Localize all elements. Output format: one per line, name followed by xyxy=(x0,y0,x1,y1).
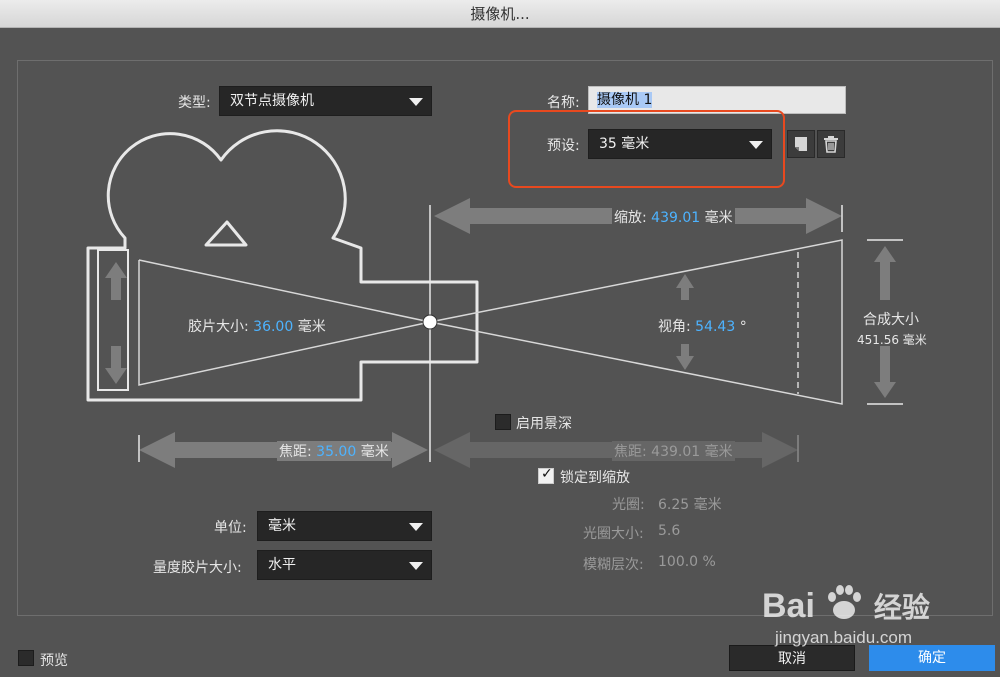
blur-level-value: 100.0 % xyxy=(658,554,716,570)
measure-film-label: 量度胶片大小: xyxy=(153,560,242,576)
checkmark-icon: ✓ xyxy=(541,466,553,482)
cancel-button[interactable]: 取消 xyxy=(729,645,855,671)
film-size-value[interactable]: 36.00 xyxy=(253,319,293,335)
focus-distance-label: 焦距: xyxy=(614,444,647,460)
units-select[interactable]: 毫米 xyxy=(257,511,432,541)
composition-size-value: 451.56 毫米 xyxy=(857,333,927,347)
composition-size-label: 合成大小 xyxy=(863,312,919,328)
type-label: 类型: xyxy=(178,95,211,111)
focal-length-readout: 焦距: 35.00 毫米 xyxy=(277,441,391,461)
watermark-brand-text: Bai xyxy=(762,587,815,625)
lock-to-zoom-label: 锁定到缩放 xyxy=(560,470,630,486)
delete-preset-button[interactable] xyxy=(817,130,845,158)
highlight-box xyxy=(508,110,785,188)
paw-icon xyxy=(828,585,862,619)
focal-length-label: 焦距: xyxy=(279,444,312,460)
zoom-readout: 缩放: 439.01 毫米 xyxy=(612,207,735,227)
measure-film-select-value: 水平 xyxy=(268,557,296,573)
watermark-brand2: 经验 xyxy=(873,592,930,623)
chevron-down-icon xyxy=(409,98,423,106)
angle-readout: 视角: 54.43 ° xyxy=(658,316,747,336)
camera-diagram xyxy=(86,129,903,468)
watermark-brand: Bai 经验 xyxy=(762,583,930,626)
new-preset-icon xyxy=(795,137,807,151)
f-stop-value: 5.6 xyxy=(658,523,681,539)
angle-label: 视角: xyxy=(658,319,691,335)
zoom-value[interactable]: 439.01 xyxy=(651,210,700,226)
focus-distance-readout: 焦距: 439.01 毫米 xyxy=(612,441,735,461)
type-select-value: 双节点摄像机 xyxy=(230,93,314,109)
enable-dof-label: 启用景深 xyxy=(516,416,572,432)
units-select-value: 毫米 xyxy=(268,518,296,534)
chevron-down-icon xyxy=(409,562,423,570)
lock-to-zoom-checkbox[interactable]: ✓ xyxy=(538,466,554,484)
trash-icon xyxy=(824,136,838,153)
camera-node-dot xyxy=(422,314,438,330)
ok-button[interactable]: 确定 xyxy=(869,645,995,671)
film-size-unit: 毫米 xyxy=(297,319,326,335)
film-size-readout: 胶片大小: 36.00 毫米 xyxy=(188,316,326,336)
aperture-value: 6.25 毫米 xyxy=(658,497,722,513)
enable-dof-checkbox[interactable] xyxy=(495,414,511,430)
type-select[interactable]: 双节点摄像机 xyxy=(219,86,432,116)
focus-distance-value: 439.01 毫米 xyxy=(651,444,733,460)
focal-length-unit: 毫米 xyxy=(360,444,389,460)
preview-checkbox[interactable] xyxy=(18,650,34,666)
zoom-unit: 毫米 xyxy=(704,210,733,226)
units-label: 单位: xyxy=(214,520,247,536)
measure-film-select[interactable]: 水平 xyxy=(257,550,432,580)
zoom-label: 缩放: xyxy=(614,210,647,226)
aperture-label: 光圈: xyxy=(612,497,645,513)
film-size-label: 胶片大小: xyxy=(188,319,249,335)
watermark-url: jingyan.baidu.com xyxy=(775,628,913,647)
angle-value[interactable]: 54.43 xyxy=(695,319,735,335)
name-label: 名称: xyxy=(547,95,580,111)
chevron-down-icon xyxy=(409,523,423,531)
camera-triangle-icon xyxy=(204,220,248,247)
f-stop-label: 光圈大小: xyxy=(583,526,644,542)
preview-label: 预览 xyxy=(40,653,68,669)
name-input-value: 摄像机 1 xyxy=(597,92,653,108)
lens-cone-right xyxy=(429,239,843,405)
blur-level-label: 模糊层次: xyxy=(583,557,644,573)
camera-body-outline xyxy=(86,129,479,402)
new-preset-button[interactable] xyxy=(787,130,815,158)
focal-length-value[interactable]: 35.00 xyxy=(316,444,356,460)
angle-unit: ° xyxy=(739,319,747,335)
